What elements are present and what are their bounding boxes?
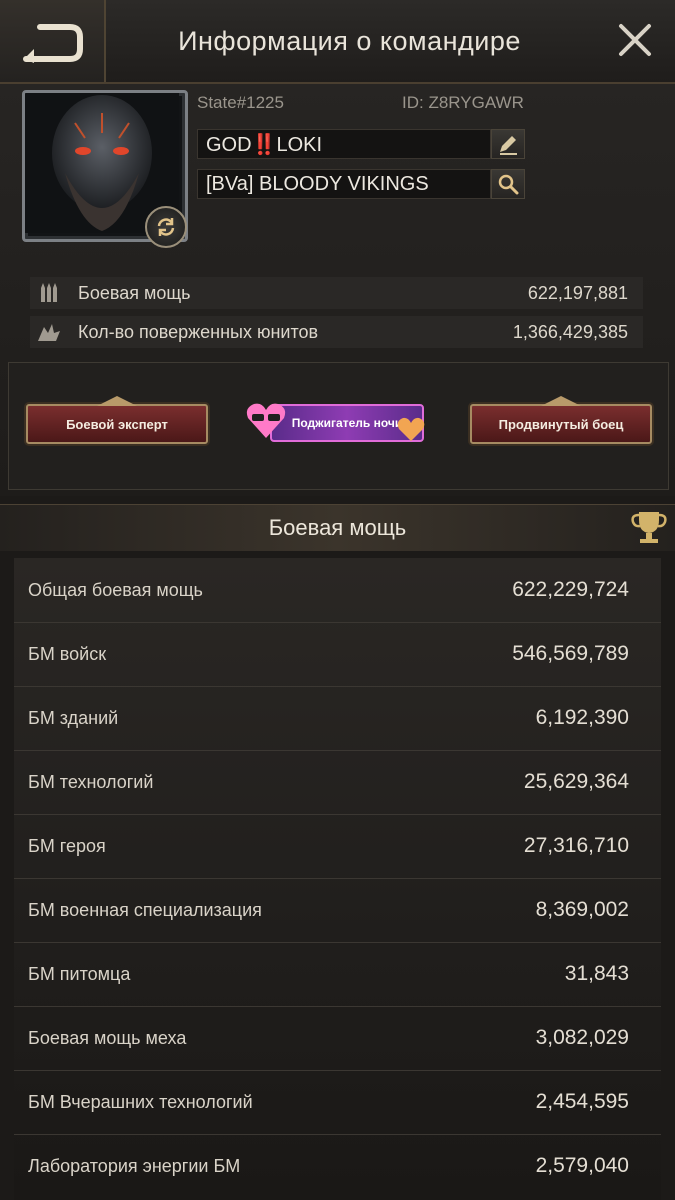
player-id: ID: Z8RYGAWR — [402, 93, 524, 112]
list-item: БМ героя 27,316,710 — [14, 814, 661, 879]
close-icon[interactable] — [617, 22, 653, 58]
list-item: Лаборатория энергии БМ 2,579,040 — [14, 1134, 661, 1198]
row-label: БМ героя — [28, 835, 106, 856]
badge-advanced-fighter-label: Продвинутый боец — [498, 416, 624, 432]
state-label: State#1225 — [197, 93, 284, 112]
crest-icon — [541, 396, 581, 406]
refresh-icon — [157, 218, 175, 236]
combat-power-stat: Боевая мощь 622,197,881 — [30, 277, 643, 309]
combat-power-label: Боевая мощь — [78, 282, 191, 303]
row-label: БМ войск — [28, 643, 107, 664]
row-value: 6,192,390 — [535, 706, 629, 729]
top-bar: Информация о командире — [0, 0, 675, 84]
bullets-icon — [30, 282, 68, 304]
list-item: БМ технологий 25,629,364 — [14, 750, 661, 815]
kills-stat: Кол-во поверженных юнитов 1,366,429,385 — [30, 316, 643, 348]
row-label: Лаборатория энергии БМ — [28, 1155, 241, 1176]
row-value: 622,229,724 — [512, 578, 629, 601]
power-section-title: Боевая мощь — [0, 504, 675, 551]
kills-label: Кол-во поверженных юнитов — [78, 321, 319, 342]
pencil-icon — [500, 136, 517, 155]
heart-glasses-icon — [246, 403, 286, 438]
heart-icon — [397, 417, 425, 441]
search-icon — [498, 174, 519, 195]
refresh-avatar-button[interactable] — [145, 206, 187, 248]
badge-combat-expert[interactable]: Боевой эксперт — [26, 396, 208, 444]
list-item: БМ войск 546,569,789 — [14, 622, 661, 687]
crest-icon — [97, 396, 137, 406]
alliance-name-field: [BVa] BLOODY VIKINGS — [197, 169, 491, 199]
combat-power-value: 622,197,881 — [527, 282, 628, 303]
list-item: БМ Вчерашних технологий 2,454,595 — [14, 1070, 661, 1135]
row-label: БМ технологий — [28, 771, 154, 792]
list-item: БМ военная специализация 8,369,002 — [14, 878, 661, 943]
row-value: 546,569,789 — [512, 642, 629, 665]
trophy-icon[interactable] — [629, 506, 669, 546]
kills-value: 1,366,429,385 — [512, 321, 628, 342]
list-item: БМ питомца 31,843 — [14, 942, 661, 1007]
row-value: 3,082,029 — [535, 1026, 629, 1049]
list-item: БМ зданий 6,192,390 — [14, 686, 661, 751]
list-item: Боевая мощь меха 3,082,029 — [14, 1006, 661, 1071]
row-label: Боевая мощь меха — [28, 1027, 187, 1048]
badge-combat-expert-label: Боевой эксперт — [66, 416, 168, 432]
alliance-search-button[interactable] — [491, 169, 525, 199]
kills-icon — [30, 321, 68, 343]
commander-name-field: GOD‼️LOKI — [197, 129, 491, 159]
row-label: БМ зданий — [28, 707, 119, 728]
row-label: БМ питомца — [28, 963, 131, 984]
badge-advanced-fighter[interactable]: Продвинутый боец — [470, 396, 652, 444]
back-button[interactable] — [0, 0, 106, 82]
row-label: Общая боевая мощь — [28, 579, 203, 600]
list-item: Общая боевая мощь 622,229,724 — [14, 558, 661, 623]
row-value: 25,629,364 — [523, 770, 629, 793]
row-value: 8,369,002 — [535, 898, 629, 921]
row-value: 27,316,710 — [523, 834, 629, 857]
row-label: БМ военная специализация — [28, 899, 262, 920]
power-breakdown-list: Общая боевая мощь 622,229,724 БМ войск 5… — [14, 558, 661, 1200]
row-value: 2,454,595 — [535, 1090, 629, 1113]
badge-night-arsonist-label: Поджигатель ночи — [291, 416, 403, 430]
row-value: 2,579,040 — [535, 1154, 629, 1177]
row-label: БМ Вчерашних технологий — [28, 1091, 253, 1112]
edit-name-button[interactable] — [491, 129, 525, 159]
page-title: Информация о командире — [178, 25, 521, 56]
row-value: 31,843 — [564, 962, 629, 985]
back-arrow-icon — [23, 24, 83, 63]
